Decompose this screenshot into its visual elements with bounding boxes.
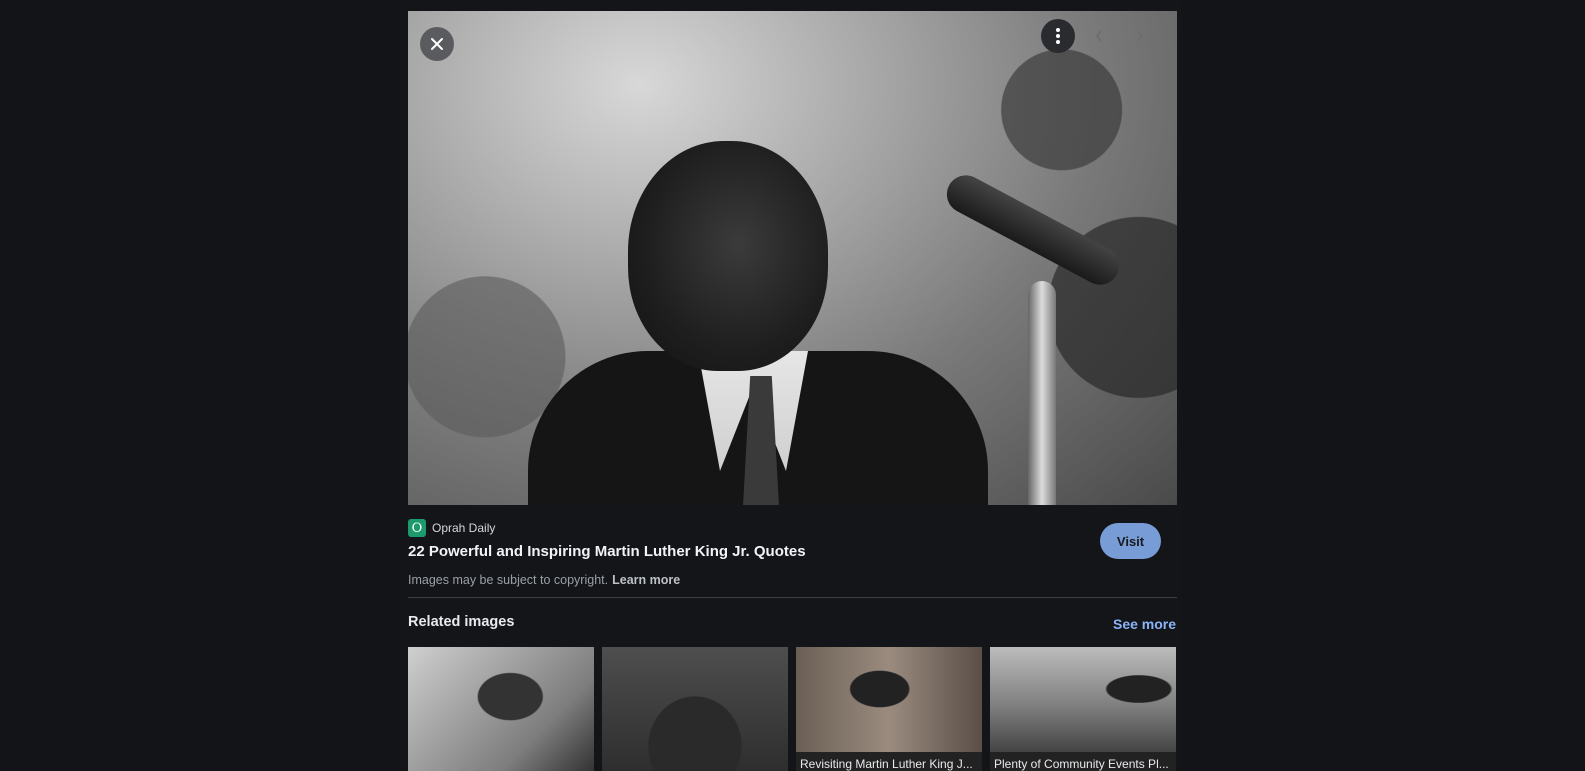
thumbnail-image — [602, 647, 788, 771]
related-images-grid: Revisiting Martin Luther King J... Plent… — [408, 647, 1177, 771]
chevron-left-icon — [1095, 30, 1102, 42]
thumbnail-image — [796, 647, 982, 752]
related-image-thumbnail[interactable]: Plenty of Community Events Pl... — [990, 647, 1176, 771]
thumbnail-caption: Revisiting Martin Luther King J... — [800, 757, 973, 771]
thumbnail-caption: Plenty of Community Events Pl... — [994, 757, 1169, 771]
thumbnail-image — [408, 647, 594, 771]
chevron-right-icon — [1137, 30, 1144, 42]
related-image-thumbnail[interactable] — [408, 647, 594, 771]
related-image-thumbnail[interactable]: Revisiting Martin Luther King J... — [796, 647, 982, 771]
close-icon — [431, 38, 443, 50]
see-more-link[interactable]: See more — [1113, 616, 1176, 632]
preview-image[interactable] — [408, 11, 1177, 505]
related-images-heading: Related images — [408, 614, 515, 630]
more-options-button[interactable] — [1041, 19, 1075, 53]
source-favicon-icon: O — [408, 519, 426, 537]
microphone-stand — [1028, 281, 1056, 505]
copyright-notice: Images may be subject to copyright. Learn… — [408, 573, 680, 587]
result-title-link[interactable]: 22 Powerful and Inspiring Martin Luther … — [408, 543, 806, 560]
visit-button[interactable]: Visit — [1100, 523, 1161, 559]
source-name[interactable]: Oprah Daily — [432, 521, 495, 535]
source-info[interactable]: O Oprah Daily — [408, 519, 495, 537]
related-image-thumbnail[interactable] — [602, 647, 788, 771]
next-image-button[interactable] — [1123, 19, 1157, 53]
person-head — [628, 141, 828, 371]
more-vertical-icon — [1056, 28, 1060, 44]
learn-more-link[interactable]: Learn more — [612, 573, 680, 587]
copyright-text: Images may be subject to copyright. — [408, 573, 609, 587]
previous-image-button[interactable] — [1082, 19, 1116, 53]
thumbnail-image — [990, 647, 1176, 752]
close-button[interactable] — [420, 27, 454, 61]
section-divider — [408, 597, 1177, 598]
